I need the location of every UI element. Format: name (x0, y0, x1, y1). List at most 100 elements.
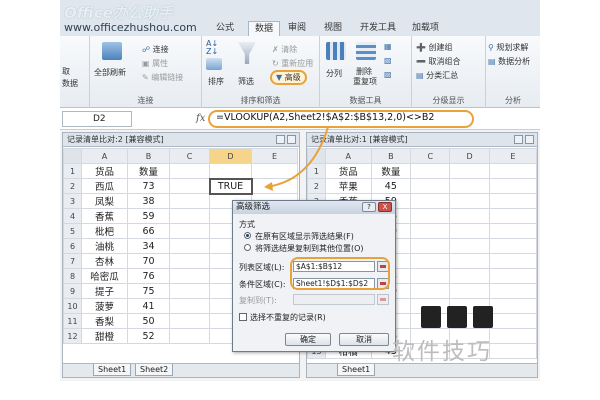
cell[interactable] (169, 253, 210, 269)
column-header-a[interactable]: A (324, 148, 372, 164)
name-box[interactable]: D2 (62, 111, 132, 127)
cell[interactable] (488, 298, 537, 314)
cell[interactable] (251, 178, 298, 194)
radio-copy-label[interactable]: 将筛选结果复制到其他位置(O) (255, 243, 364, 254)
cell[interactable] (488, 163, 537, 179)
row-header[interactable]: 3 (63, 193, 82, 209)
fx-icon[interactable]: fx (196, 113, 205, 124)
cell[interactable]: 货品 (81, 163, 128, 179)
row-header[interactable]: 12 (63, 328, 82, 344)
cell[interactable] (449, 163, 490, 179)
sheet-tab-sheet2[interactable]: Sheet2 (135, 364, 174, 376)
create-group-button[interactable]: ➕ 创建组 (416, 42, 453, 53)
cell[interactable] (449, 238, 490, 254)
cell[interactable] (410, 193, 451, 209)
cell[interactable] (169, 238, 210, 254)
column-header-b[interactable]: B (370, 148, 412, 164)
restore-icon[interactable] (525, 135, 534, 144)
tab-review[interactable]: 审阅 (282, 21, 312, 36)
column-header-b[interactable]: B (127, 148, 170, 164)
get-data-label-1[interactable]: 取 (62, 66, 70, 77)
sort-az-icon[interactable]: A↓ Z↓ (206, 40, 218, 56)
cell[interactable]: 73 (127, 178, 170, 194)
cell[interactable]: 45 (370, 178, 412, 194)
radio-in-place[interactable] (244, 232, 251, 239)
cell[interactable] (410, 208, 451, 224)
unique-records-label[interactable]: 选择不重复的记录(R) (250, 312, 326, 323)
subtotal-button[interactable]: ▤ 分类汇总 (416, 70, 458, 81)
row-header[interactable]: 1 (307, 163, 326, 179)
cell[interactable]: 哈密瓜 (81, 268, 128, 284)
close-button[interactable]: X (378, 202, 392, 212)
minimize-icon[interactable] (276, 135, 285, 144)
row-header[interactable]: 6 (63, 238, 82, 254)
formula-input[interactable]: =VLOOKUP(A2,Sheet2!$A$2:$B$13,2,0)<>B2 (216, 112, 434, 123)
radio-in-place-label[interactable]: 在原有区域显示筛选结果(F) (255, 231, 354, 242)
cell[interactable] (410, 163, 451, 179)
cell[interactable] (449, 208, 490, 224)
true-result-cell[interactable]: TRUE (208, 177, 253, 195)
cell[interactable] (410, 238, 451, 254)
cell[interactable] (169, 163, 210, 179)
cell[interactable]: 甜橙 (81, 328, 128, 344)
cell[interactable]: 数量 (370, 163, 412, 179)
column-header-d[interactable]: D (209, 148, 252, 164)
text-to-columns-button[interactable]: 分列 (326, 68, 342, 79)
cell[interactable] (169, 208, 210, 224)
ungroup-button[interactable]: ➖ 取消组合 (416, 56, 461, 67)
cell[interactable] (488, 268, 537, 284)
cell[interactable] (410, 178, 451, 194)
cell[interactable] (488, 253, 537, 269)
cell[interactable] (169, 223, 210, 239)
sheet-tab-sheet1[interactable]: Sheet1 (93, 364, 132, 376)
cell[interactable] (449, 253, 490, 269)
clear-button[interactable]: ✗ 清除 (272, 44, 297, 55)
what-if-icon[interactable]: ▨ (384, 70, 392, 79)
row-header[interactable]: 10 (63, 298, 82, 314)
cell[interactable]: 70 (127, 253, 170, 269)
tab-formulas[interactable]: 公式 (210, 21, 240, 36)
cell[interactable] (410, 253, 451, 269)
cell[interactable] (488, 238, 537, 254)
cell[interactable]: 西瓜 (81, 178, 128, 194)
cell[interactable] (169, 178, 210, 194)
restore-icon[interactable] (287, 135, 296, 144)
cell[interactable] (169, 193, 210, 209)
cell[interactable]: 香蕉 (81, 208, 128, 224)
tab-addins[interactable]: 加载项 (406, 21, 445, 36)
row-header[interactable]: 11 (63, 313, 82, 329)
cell[interactable] (449, 268, 490, 284)
connections-button[interactable]: ☍ 连接 (142, 44, 169, 55)
cell[interactable]: 油桃 (81, 238, 128, 254)
row-header[interactable]: 8 (63, 268, 82, 284)
cell[interactable]: 75 (127, 283, 170, 299)
advanced-filter-button[interactable]: ▼ 高级 (270, 70, 307, 85)
select-all-corner[interactable] (63, 148, 82, 164)
column-header-c[interactable]: C (410, 148, 451, 164)
cell[interactable]: 杏林 (81, 253, 128, 269)
row-header[interactable]: 2 (63, 178, 82, 194)
tab-data[interactable]: 数据 (248, 21, 281, 36)
solver-button[interactable]: ⚲ 规划求解 (488, 42, 528, 53)
cell[interactable] (169, 268, 210, 284)
reapply-button[interactable]: ↻ 重新应用 (272, 58, 313, 69)
cell[interactable] (488, 313, 537, 329)
get-data-label-2[interactable]: 数据 (62, 78, 78, 89)
cell[interactable]: 数量 (127, 163, 170, 179)
data-analysis-button[interactable]: ▤ 数据分析 (488, 56, 530, 67)
row-header[interactable]: 4 (63, 208, 82, 224)
minimize-icon[interactable] (514, 135, 523, 144)
cancel-button[interactable]: 取消 (339, 333, 389, 346)
cell[interactable]: 38 (127, 193, 170, 209)
tab-view[interactable]: 视图 (318, 21, 348, 36)
cell[interactable] (209, 163, 252, 179)
cell[interactable]: 34 (127, 238, 170, 254)
properties-button[interactable]: ▣ 属性 (142, 58, 168, 69)
help-button[interactable]: ? (362, 202, 376, 212)
cell[interactable] (488, 178, 537, 194)
cell[interactable]: 菠萝 (81, 298, 128, 314)
column-header-c[interactable]: C (169, 148, 210, 164)
cell[interactable] (169, 328, 210, 344)
row-header[interactable]: 9 (63, 283, 82, 299)
cell[interactable]: 41 (127, 298, 170, 314)
